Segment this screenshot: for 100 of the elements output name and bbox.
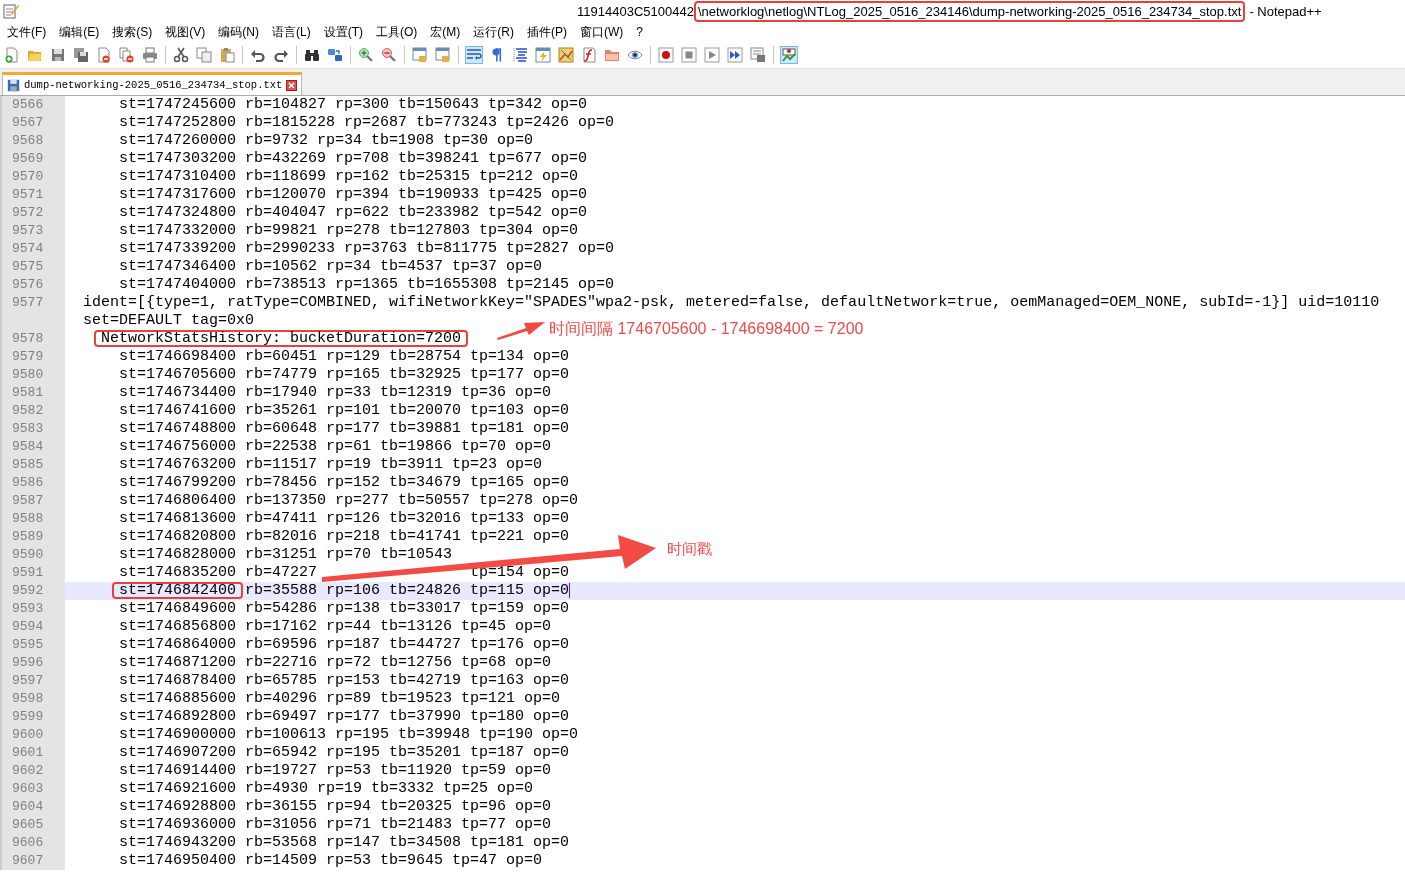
menu-item[interactable]: 设置(T) xyxy=(322,23,369,41)
code-line: st=1747404000 rb=738513 rp=1365 tb=1655308 tp=2145 op=0 xyxy=(119,276,615,293)
line-number: 9585 xyxy=(0,456,65,474)
code-line: st=1747310400 rb=118699 rp=162 tb=25315 tp=212 op=0 xyxy=(119,168,579,185)
replace-icon[interactable] xyxy=(326,46,344,64)
code-line: st=1746799200 rb=78456 rp=152 tb=34679 tp=165 op=0 xyxy=(119,474,570,491)
line-number: 9582 xyxy=(0,402,65,420)
line-number: 9606 xyxy=(0,834,65,852)
code-line: st=1747332000 rb=99821 rp=278 tb=127803 tp=304 op=0 xyxy=(119,222,579,239)
code-line: st=1746871200 rb=22716 rp=72 tb=12756 tp=68 op=0 xyxy=(119,654,552,671)
zoom-in-icon[interactable] xyxy=(357,46,375,64)
copy-icon[interactable] xyxy=(195,46,213,64)
line-number: 9574 xyxy=(0,240,65,258)
notepad-icon xyxy=(3,3,19,19)
file-tab[interactable]: dump-networking-2025_0516_234734_stop.txt xyxy=(2,72,303,95)
code-line: rb=35588 rp=106 tb=24826 tp=115 op=0 xyxy=(245,582,570,599)
menu-item[interactable]: 窗口(W) xyxy=(579,23,630,41)
code-line: st=1746828000 rb=31251 rp=70 tb=10543 xyxy=(119,546,453,563)
play-icon[interactable] xyxy=(703,46,721,64)
line-number: 9588 xyxy=(0,510,65,528)
code-line: st=1746950400 rb=14509 rp=53 tb=9645 tp=47 op=0 xyxy=(119,852,543,869)
cut-icon[interactable] xyxy=(172,46,190,64)
zoom-out-icon[interactable] xyxy=(380,46,398,64)
line-number: 9599 xyxy=(0,708,65,726)
menu-item[interactable]: 视图(V) xyxy=(164,23,212,41)
map-icon[interactable] xyxy=(557,46,575,64)
record-icon[interactable] xyxy=(657,46,675,64)
line-number: 9587 xyxy=(0,492,65,510)
line-number: 9573 xyxy=(0,222,65,240)
annotation-text: 时间间隔 1746705600 - 1746698400 = 7200 xyxy=(549,319,864,339)
line-number: 9576 xyxy=(0,276,65,294)
file-path: \networklog\netlog\NTLog_2025_0516_234146\dump-networking-2025_0516_234734_stop.txt xyxy=(693,0,1246,22)
app-name: - Notepad++ xyxy=(1249,3,1322,19)
code-line: st=1747245600 rb=104827 rp=300 tb=150643 tp=342 op=0 xyxy=(119,96,588,113)
code-line: st=1746748800 rb=60648 rp=177 tb=39881 tp=181 op=0 xyxy=(119,420,570,437)
line-number: 9581 xyxy=(0,384,65,402)
code-line: st=1747346400 rb=10562 rp=34 tb=4537 tp=37 op=0 xyxy=(119,258,543,275)
code-line: st=1746936000 rb=31056 rp=71 tb=21483 tp=77 op=0 xyxy=(119,816,552,833)
save-macro-icon[interactable] xyxy=(749,46,767,64)
line-number: 9568 xyxy=(0,132,65,150)
new-file-icon[interactable] xyxy=(3,46,21,64)
menu-item[interactable]: 编辑(E) xyxy=(58,23,106,41)
function-list-icon[interactable] xyxy=(580,46,598,64)
fast-forward-icon[interactable] xyxy=(726,46,744,64)
menu-item[interactable]: 插件(P) xyxy=(526,23,573,41)
code-line: st=1746835200 rb=47227 xyxy=(119,564,318,581)
menu-item[interactable]: 搜索(S) xyxy=(111,23,159,41)
code-line: st=1746864000 rb=69596 rp=187 tb=44727 tp=176 op=0 xyxy=(119,636,570,653)
save-all-icon[interactable] xyxy=(72,46,90,64)
line-number: 9567 xyxy=(0,114,65,132)
code-line: st=1746943200 rb=53568 rp=147 tb=34508 tp=181 op=0 xyxy=(119,834,570,851)
line-number: 9586 xyxy=(0,474,65,492)
indent-guide-icon[interactable] xyxy=(511,46,529,64)
print-icon[interactable] xyxy=(141,46,159,64)
code-line: st=1746763200 rb=11517 rp=19 tb=3911 tp=23 op=0 xyxy=(119,456,543,473)
code-line: st=1746928800 rb=36155 rp=94 tb=20325 tp=96 op=0 xyxy=(119,798,552,815)
window-icon[interactable] xyxy=(534,46,552,64)
window-lock-icon[interactable] xyxy=(434,46,452,64)
menu-item[interactable]: 宏(M) xyxy=(429,23,467,41)
close-file-icon[interactable] xyxy=(95,46,113,64)
word-wrap-icon[interactable] xyxy=(465,46,483,64)
line-number: 9584 xyxy=(0,438,65,456)
close-icon[interactable] xyxy=(286,79,298,91)
line-number: 9590 xyxy=(0,546,65,564)
code-line: st=1747324800 rb=404047 rp=622 tb=233982 tp=542 op=0 xyxy=(119,204,588,221)
arrow xyxy=(497,322,545,340)
close-all-icon[interactable] xyxy=(118,46,136,64)
code-line: st=1747317600 rb=120070 rp=394 tb=190933 tp=425 op=0 xyxy=(119,186,588,203)
text-cursor xyxy=(569,582,571,598)
code-line: st=1746741600 rb=35261 rp=101 tb=20070 tp=103 op=0 xyxy=(119,402,570,419)
line-number: 9598 xyxy=(0,690,65,708)
code-line: st=1746806400 rb=137350 rp=277 tb=50557 tp=278 op=0 xyxy=(119,492,579,509)
window-title: 11914403C5100442 xyxy=(577,3,694,19)
menu-item[interactable]: 文件(F) xyxy=(6,23,53,41)
menu-item[interactable]: 编码(N) xyxy=(217,23,265,41)
line-number: 9593 xyxy=(0,600,65,618)
menu-item[interactable]: 工具(O) xyxy=(375,23,424,41)
code-line: st=1746878400 rb=65785 rp=153 tb=42719 tp=163 op=0 xyxy=(119,672,570,689)
annotation-text: 时间戳 xyxy=(667,540,712,559)
code-line: st=1746914400 rb=19727 rp=53 tb=11920 tp=59 op=0 xyxy=(119,762,552,779)
menu-item[interactable]: 语言(L) xyxy=(271,23,317,41)
code-line: st=1746849600 rb=54286 rp=138 tb=33017 tp=159 op=0 xyxy=(119,600,570,617)
line-number: 9569 xyxy=(0,150,65,168)
line-number: 9604 xyxy=(0,798,65,816)
line-number: 9605 xyxy=(0,816,65,834)
line-number: 9591 xyxy=(0,564,65,582)
line-number: 9578 xyxy=(0,330,65,348)
line-number: 9600 xyxy=(0,726,65,744)
code-line: st=1746820800 rb=82016 rp=218 tb=41741 tp=221 op=0 xyxy=(119,528,570,545)
stop-icon[interactable] xyxy=(680,46,698,64)
paste-icon[interactable] xyxy=(218,46,236,64)
code-line: st=1746856800 rb=17162 rp=44 tb=13126 tp=45 op=0 xyxy=(119,618,552,635)
code-line: ident=[{type=1, ratType=COMBINED, wifiNetworkKey="SPADES"wpa2-psk, metered=false, defaultNetwork=true, oemManaged=OEM_NONE, subId=-1}] uid=10110 xyxy=(83,294,1380,311)
window-lock-icon[interactable] xyxy=(411,46,429,64)
line-number: 9570 xyxy=(0,168,65,186)
menu-item[interactable]: 运行(R) xyxy=(472,23,520,41)
code-line: tp=154 op=0 xyxy=(470,564,570,581)
line-number: 9577 xyxy=(0,294,65,330)
save-icon[interactable] xyxy=(49,46,67,64)
menu-item[interactable]: ? xyxy=(635,25,649,39)
